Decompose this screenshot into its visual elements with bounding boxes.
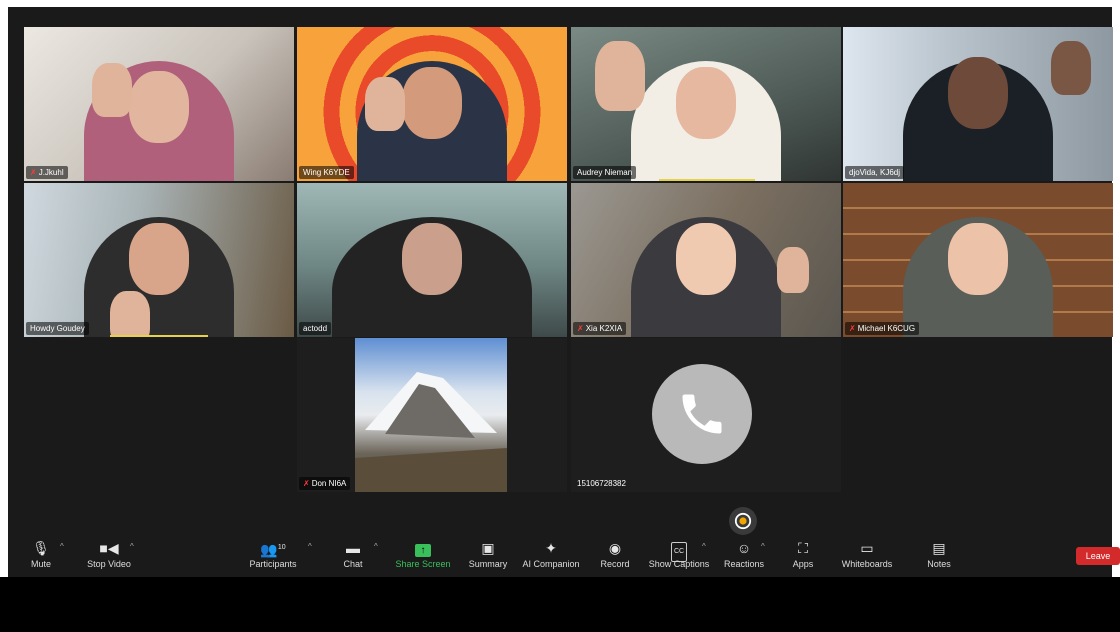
mute-button[interactable]: 🎙 ^ Mute [6, 540, 76, 569]
notes-button[interactable]: ▤ Notes [904, 540, 974, 569]
apps-icon: ⛶ [798, 540, 808, 556]
document-sparkle-icon: ▣ [481, 540, 495, 556]
stop-video-button[interactable]: ■◀ ^ Stop Video [74, 540, 144, 569]
video-tile-wing[interactable]: Wing K6YDE [297, 27, 567, 181]
chevron-up-icon[interactable]: ^ [308, 542, 312, 551]
apps-button[interactable]: ⛶ Apps [768, 540, 838, 569]
share-screen-button[interactable]: ↑ Share Screen [388, 540, 458, 569]
participant-name: ✗ J.Jkuhl [26, 166, 68, 179]
chevron-up-icon[interactable]: ^ [702, 542, 706, 551]
audio-level-bar [110, 335, 208, 337]
participant-name: ✗ Michael K6CUG [845, 322, 920, 335]
sparkle-icon: ✦ [545, 540, 557, 556]
muted-mic-icon: ✗ [303, 479, 310, 488]
record-button[interactable]: ◉ Record [580, 540, 650, 569]
participant-name: Wing K6YDE [299, 166, 354, 179]
whiteboards-button[interactable]: ▭ Whiteboards [832, 540, 902, 569]
video-tile-xia[interactable]: ✗ Xia K2XIA [571, 183, 841, 337]
audio-settings-icon[interactable] [729, 507, 757, 535]
muted-mic-icon: ✗ [849, 324, 856, 333]
ai-companion-button[interactable]: ✦ AI Companion [516, 540, 586, 569]
show-captions-button[interactable]: CC ^ Show Captions [644, 540, 714, 569]
microphone-icon: 🎙 [32, 540, 50, 556]
muted-mic-icon: ✗ [577, 324, 584, 333]
chevron-up-icon[interactable]: ^ [761, 542, 765, 551]
share-screen-icon: ↑ [388, 540, 458, 557]
muted-mic-icon: ✗ [30, 168, 37, 177]
chat-button[interactable]: ▬ ^ Chat [318, 540, 388, 569]
participant-name: ✗ Don NI6A [299, 477, 351, 490]
video-tile-djovida[interactable]: djoVida, KJ6dj [843, 27, 1113, 181]
participant-name: actodd [299, 322, 332, 335]
participant-name: Howdy Goudey [26, 322, 89, 335]
chevron-up-icon[interactable]: ^ [130, 542, 134, 551]
video-tile-actodd[interactable]: actodd [297, 183, 567, 337]
participant-name: 15106728382 [577, 479, 626, 488]
audio-level-bar [659, 179, 755, 181]
participant-name: Audrey Nieman [573, 166, 637, 179]
video-tile-audrey[interactable]: Audrey Nieman [571, 27, 841, 181]
participants-button[interactable]: 👥10 ^ Participants [238, 540, 311, 569]
video-tile-michael[interactable]: ✗ Michael K6CUG [843, 183, 1113, 337]
video-tile-phone[interactable]: 15106728382 [571, 338, 841, 492]
participant-name: ✗ Xia K2XIA [573, 322, 627, 335]
whiteboard-icon: ▭ [860, 540, 874, 556]
chevron-up-icon[interactable]: ^ [374, 542, 378, 551]
leave-button[interactable]: Leave [1076, 547, 1120, 565]
participant-count: 10 [277, 544, 286, 551]
participant-name: djoVida, KJ6dj [845, 166, 904, 179]
profile-picture [355, 338, 507, 492]
record-icon: ◉ [608, 540, 622, 556]
video-tile-howdy[interactable]: Howdy Goudey [24, 183, 294, 337]
summary-button[interactable]: ▣ Summary [453, 540, 523, 569]
video-tile-jjkuhl[interactable]: ✗ J.Jkuhl [24, 27, 294, 181]
bottom-bar [0, 577, 1120, 632]
video-tile-don[interactable]: ✗ Don NI6A [297, 338, 567, 492]
phone-icon [652, 364, 752, 464]
notes-icon: ▤ [932, 540, 946, 556]
people-icon: 👥10 [260, 541, 286, 558]
chevron-up-icon[interactable]: ^ [60, 542, 64, 551]
